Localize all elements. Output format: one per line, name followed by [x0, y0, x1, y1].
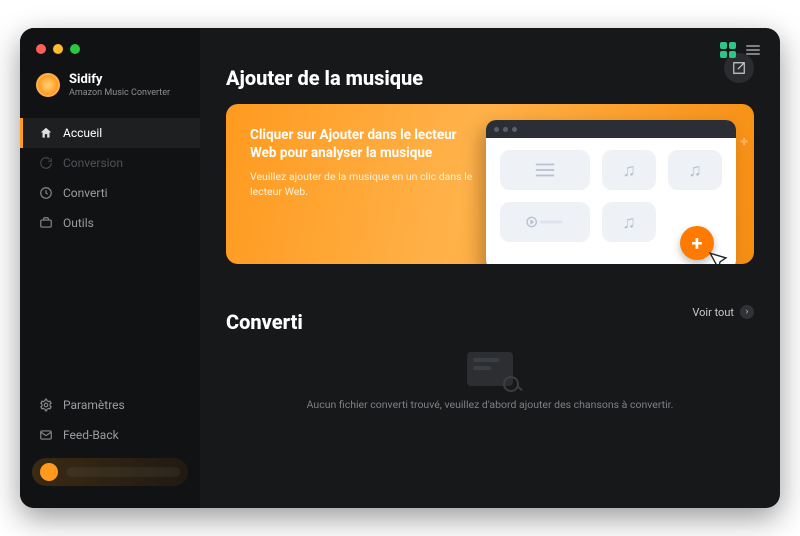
sidebar-item-label: Conversion [63, 156, 123, 170]
mock-music-icon: ♫ [602, 150, 656, 190]
chevron-right-icon: › [740, 305, 754, 319]
banner-subtitle: Veuillez ajouter de la musique en un cli… [250, 170, 480, 199]
web-player-mock-icon: ♫ ♫ ♫ + [486, 120, 736, 264]
sidebar-item-feedback[interactable]: Feed-Back [20, 420, 200, 450]
empty-state: Aucun fichier converti trouvé, veuillez … [226, 352, 754, 411]
brand-name: Sidify [69, 72, 170, 87]
window-controls [20, 40, 200, 58]
banner-title: Cliquer sur Ajouter dans le lecteur Web … [250, 126, 480, 162]
sidebar-item-label: Paramètres [63, 398, 125, 412]
add-music-banner[interactable]: Cliquer sur Ajouter dans le lecteur Web … [226, 104, 754, 264]
brand: Sidify Amazon Music Converter [20, 58, 200, 112]
sidebar-item-label: Feed-Back [63, 428, 119, 442]
sidebar-item-conversion[interactable]: Conversion [20, 148, 200, 178]
view-all-label: Voir tout [692, 306, 734, 319]
sidebar-item-settings[interactable]: Paramètres [20, 390, 200, 420]
main-content: Ajouter de la musique Cliquer sur Ajoute… [200, 28, 780, 508]
sidebar-item-label: Accueil [63, 126, 102, 140]
bottom-nav: Paramètres Feed-Back [20, 390, 200, 498]
hamburger-menu-icon[interactable] [746, 45, 760, 55]
empty-state-text: Aucun fichier converti trouvé, veuillez … [307, 398, 674, 411]
account-pill[interactable] [32, 458, 188, 486]
gear-icon [39, 398, 53, 412]
external-link-icon [732, 61, 746, 75]
brand-logo-icon [36, 73, 60, 97]
fullscreen-window-button[interactable] [70, 44, 80, 54]
home-icon [39, 126, 53, 140]
cursor-icon [706, 248, 731, 264]
mock-menu-icon [500, 150, 590, 190]
close-window-button[interactable] [36, 44, 46, 54]
app-window: Sidify Amazon Music Converter Accueil Co… [20, 28, 780, 508]
plus-accent-icon: + [741, 134, 748, 150]
brand-subtitle: Amazon Music Converter [69, 88, 170, 98]
sidebar-item-home[interactable]: Accueil [20, 118, 200, 148]
mock-play-icon [500, 202, 590, 242]
clock-icon [39, 186, 53, 200]
sidebar-item-converted[interactable]: Converti [20, 178, 200, 208]
mock-music-icon: ♫ [602, 202, 656, 242]
empty-file-search-icon [467, 352, 513, 386]
section-title-add-music: Ajouter de la musique [226, 66, 423, 90]
sidebar-item-label: Outils [63, 216, 94, 230]
sidebar: Sidify Amazon Music Converter Accueil Co… [20, 28, 200, 508]
main-nav: Accueil Conversion Converti Outils [20, 118, 200, 238]
grid-view-icon[interactable] [720, 42, 736, 58]
section-title-converted: Converti [226, 310, 303, 334]
refresh-icon [39, 156, 53, 170]
top-right-controls [720, 42, 760, 58]
mail-icon [39, 428, 53, 442]
mock-music-icon: ♫ [668, 150, 722, 190]
view-all-link[interactable]: Voir tout › [692, 305, 754, 319]
avatar-icon [40, 463, 58, 481]
briefcase-icon [39, 216, 53, 230]
sidebar-item-tools[interactable]: Outils [20, 208, 200, 238]
sidebar-item-label: Converti [63, 186, 108, 200]
minimize-window-button[interactable] [53, 44, 63, 54]
account-name-placeholder [66, 467, 180, 477]
